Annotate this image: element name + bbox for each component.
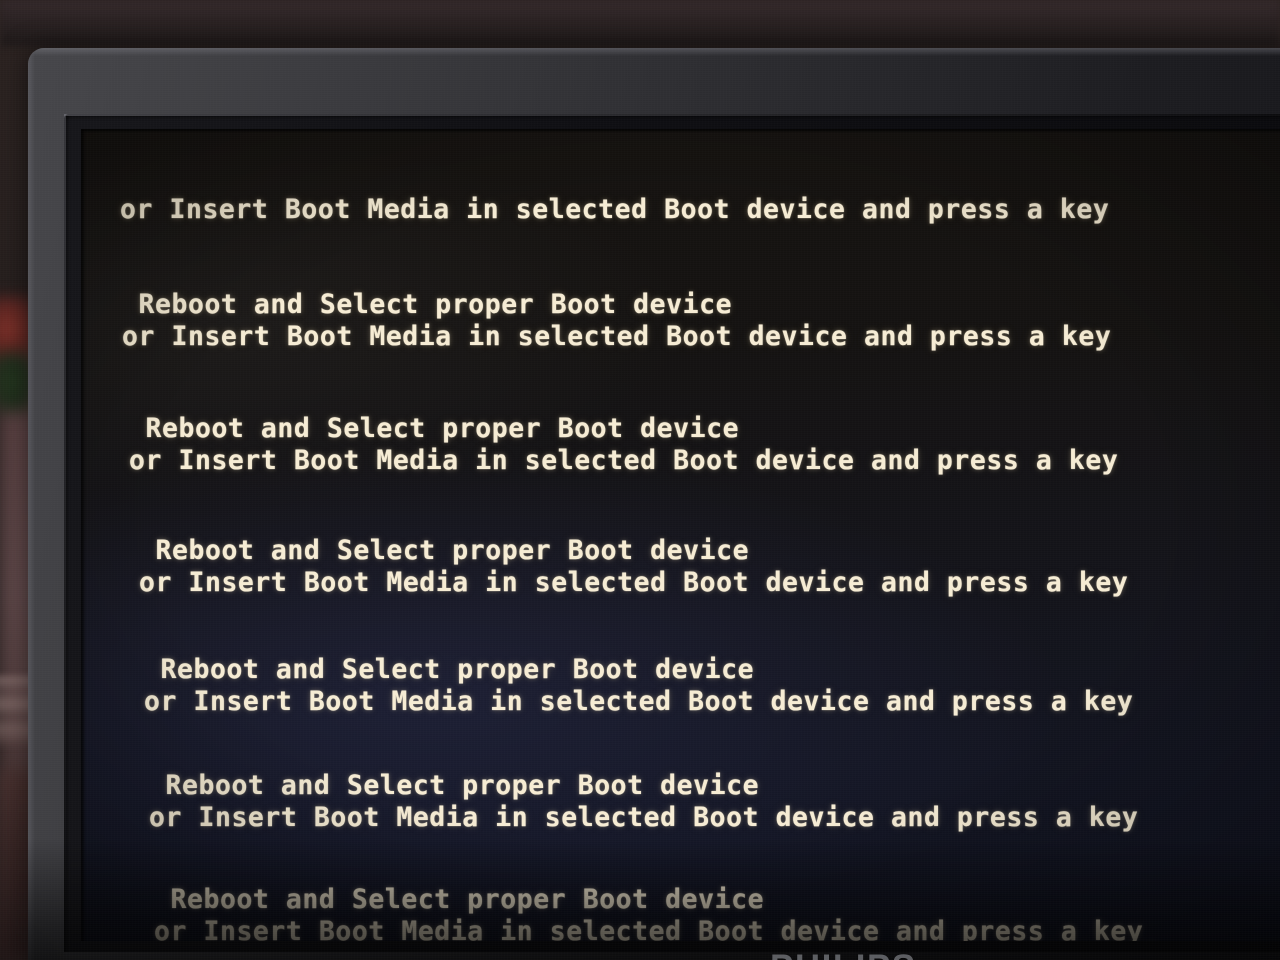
philips-brand-logo: PHILIPS xyxy=(770,948,917,960)
boot-error-message-block: Reboot and Select proper Boot device or I… xyxy=(129,413,1118,477)
boot-error-line-insert-media: or Insert Boot Media in selected Boot de… xyxy=(129,445,1119,476)
boot-error-message-block: or Insert Boot Media in selected Boot de… xyxy=(120,194,1109,226)
boot-error-line-reboot: Reboot and Select proper Boot device xyxy=(154,884,765,915)
boot-error-line-insert-media: or Insert Boot Media in selected Boot de… xyxy=(154,916,1160,941)
lcd-screen: or Insert Boot Media in selected Boot de… xyxy=(81,129,1280,941)
inner-frame-highlight-left xyxy=(64,114,66,952)
bezel-highlight-left xyxy=(28,48,35,960)
bezel-highlight-top xyxy=(28,48,1280,56)
boot-error-line-insert-media: or Insert Boot Media in selected Boot de… xyxy=(144,686,1134,717)
text-cursor: _ xyxy=(1143,916,1160,941)
photograph-of-monitor: 191V or Insert Boot Media in selected Bo… xyxy=(0,0,1280,960)
boot-error-message-block: Reboot and Select proper Boot device or I… xyxy=(139,535,1128,599)
boot-error-line-reboot: Reboot and Select proper Boot device xyxy=(139,535,750,566)
boot-error-line-reboot: Reboot and Select proper Boot device xyxy=(122,289,733,320)
boot-error-line-insert-media: or Insert Boot Media in selected Boot de… xyxy=(139,567,1129,598)
boot-error-message-block: Reboot and Select proper Boot device or I… xyxy=(144,654,1133,718)
monitor-bezel: 191V or Insert Boot Media in selected Bo… xyxy=(28,48,1280,960)
boot-error-line-insert-media: or Insert Boot Media in selected Boot de… xyxy=(149,802,1139,833)
background-top-shadow xyxy=(0,0,1280,46)
boot-error-line-insert-media: or Insert Boot Media in selected Boot de… xyxy=(122,321,1112,352)
boot-error-message-block: Reboot and Select proper Boot device or I… xyxy=(122,289,1111,353)
boot-error-message-block: Reboot and Select proper Boot device or I… xyxy=(154,884,1160,941)
boot-error-line-reboot: Reboot and Select proper Boot device xyxy=(144,654,755,685)
boot-error-line-insert-media: or Insert Boot Media in selected Boot de… xyxy=(120,194,1110,225)
boot-error-line-reboot: Reboot and Select proper Boot device xyxy=(129,413,740,444)
bios-console-output: or Insert Boot Media in selected Boot de… xyxy=(81,129,1280,941)
boot-error-message-block: Reboot and Select proper Boot device or I… xyxy=(149,770,1138,834)
boot-error-line-reboot: Reboot and Select proper Boot device xyxy=(149,770,760,801)
inner-frame-highlight-top xyxy=(64,114,1280,116)
